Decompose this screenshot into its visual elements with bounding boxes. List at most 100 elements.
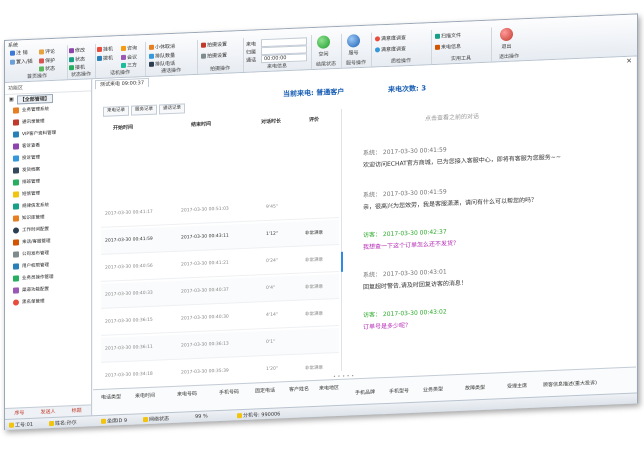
phone-icon (69, 65, 74, 71)
hangup-button[interactable]: 挂机 (97, 45, 113, 53)
group-caption-callinfo: 来电信息 (266, 63, 287, 70)
tab-service-records[interactable]: 服务记录 (131, 104, 157, 116)
grid-header: 电话类型 (101, 394, 122, 401)
edit-icon (69, 48, 74, 54)
group-caption-state: 状态操作 (70, 71, 91, 79)
group-caption-end: 结尾状态 (315, 61, 336, 68)
ribbon-group-end: 空闲 结尾状态 (311, 33, 342, 70)
service-manage-icon (13, 239, 19, 246)
consult-button[interactable]: 咨询 (121, 44, 137, 52)
grid-header: 故障类型 (465, 384, 486, 392)
ribbon-group-exit: 退出 退出操作 (491, 26, 527, 62)
folder-icon (9, 422, 14, 428)
service-number-button[interactable]: 服号 (347, 34, 360, 57)
module-icon (13, 107, 19, 114)
schedule-icon (13, 179, 19, 186)
folder-icon (143, 416, 148, 423)
sms-icon (13, 191, 19, 198)
tab-call-records[interactable]: 来电记录 (103, 105, 129, 117)
meeting-button[interactable]: 会议 (121, 53, 137, 61)
group-caption-qa: 质检操作 (390, 57, 411, 65)
chat-message: 访客： 2017-03-30 00:43:02 订单号是多少呢？ (363, 308, 447, 331)
user-icon-2 (375, 47, 380, 53)
nav-list: 业务管理系统 通讯录管理 VIP客户资料管理 客诉查看 投诉管理 发货档案 排班… (5, 101, 91, 309)
logout-button[interactable]: 注 销 (10, 49, 28, 57)
grid-header: 来电时间 (135, 392, 156, 400)
ribbon-group-qa: 满意度调查 满意度调查 质检操作 (371, 30, 432, 67)
permission-icon (13, 263, 19, 270)
location-label: 归属 (246, 49, 257, 56)
coffee-icon (149, 44, 154, 50)
grid-header: 来电地区 (319, 384, 340, 392)
rule-icon (13, 203, 19, 210)
knowledge-icon (13, 215, 19, 222)
shoot-setting-button-2[interactable]: 拍摄设置 (201, 52, 227, 60)
ribbon-group-shoot: 拍摄设置 拍摄设置 拍摄操作 (197, 37, 244, 74)
grid-header: 来电号码 (177, 390, 198, 398)
status-item: 分机号: 990006 (237, 410, 280, 419)
status-icon (39, 66, 44, 72)
comment-button[interactable]: 评论 (39, 48, 55, 56)
grid-header: 顾客信息描述(重大投诉) (543, 380, 597, 389)
dial-button[interactable]: 拨机 (97, 54, 113, 62)
document-tab[interactable]: 测试来电 09:00:37 (95, 77, 150, 90)
shoot-setting-button[interactable]: 拍摄设置 (201, 41, 227, 49)
contacts-icon (13, 119, 19, 126)
ribbon-group-phone: 挂机 拨机 咨询 会议 三方 话机操作 (95, 42, 146, 79)
folder-icon (101, 418, 106, 424)
folder-icon (49, 420, 54, 427)
dial-icon (97, 55, 102, 62)
status-item: 工号:01 (9, 421, 33, 429)
exit-button[interactable]: 退出 (500, 27, 513, 51)
app-window: 系统 注 销 置入/插 评论 保护 状态 首页操作 修改 状态 接机 状态操作 … (4, 13, 638, 431)
threeway-icon (121, 62, 126, 69)
status-item: 99 % (195, 413, 208, 420)
satisfaction-survey-button-2[interactable]: 满意度调查 (375, 45, 406, 53)
caller-info-button[interactable]: 来电信息 (435, 43, 461, 51)
operator-icon (13, 275, 19, 282)
group-caption-call: 通话操作 (160, 67, 181, 75)
chat-message: 系统： 2017-03-30 00:41:59 欢迎访问ECHAT官方商城，已为… (363, 146, 561, 169)
ribbon-group-home: 注 销 置入/插 评论 保护 状态 首页操作 (7, 45, 68, 82)
chat-message: 访客： 2017-03-30 00:42:37 我想查一下这个订单怎么还不发货？ (363, 228, 460, 251)
idle-button[interactable]: 空闲 (317, 35, 330, 58)
edit-button[interactable]: 修改 (69, 47, 85, 55)
tab-talk-records[interactable]: 通话记录 (159, 103, 185, 115)
service-icon (347, 34, 360, 48)
view-previous-chat-link[interactable]: 点击查看之前的对话 (425, 111, 479, 122)
status-item: 坐席ID 9 (101, 417, 127, 425)
scan-file-button[interactable]: 扫描文件 (435, 32, 461, 40)
music-icon (13, 143, 19, 150)
protect-icon (39, 58, 44, 64)
satisfaction-survey-button[interactable]: 满意度调查 (375, 34, 406, 42)
blacklist-icon (13, 299, 19, 306)
protect-button[interactable]: 保护 (39, 57, 55, 65)
scroll-marker (341, 251, 343, 272)
grid-header: 客户姓名 (289, 386, 310, 394)
screenshot-stage: 系统 注 销 置入/插 评论 保护 状态 首页操作 修改 状态 接机 状态操作 … (0, 0, 644, 450)
group-caption-shoot: 拍摄操作 (209, 65, 230, 73)
camera-icon (201, 42, 206, 48)
meeting-icon (121, 54, 126, 61)
exit-icon (500, 27, 513, 42)
caller-label: 来电 (246, 41, 257, 48)
grid-header: 手机品牌 (355, 389, 376, 397)
scan-icon (435, 33, 440, 39)
close-icon[interactable]: × (626, 57, 632, 65)
hangup-icon (97, 46, 102, 53)
queue-count-button[interactable]: 排队数量 (149, 52, 175, 60)
folder-icon (237, 413, 242, 419)
info-icon (435, 44, 440, 50)
comment-icon (39, 49, 44, 55)
insert-button[interactable]: 置入/插 (10, 58, 33, 66)
settings-icon (201, 53, 206, 59)
ribbon-group-tools: 扫描文件 来电信息 实用工具 (431, 27, 492, 65)
grid-header: 业务类型 (423, 386, 444, 394)
col-end: 结束时间 (191, 121, 212, 129)
nav-item[interactable]: 黑名单管理 (5, 293, 91, 309)
break-cancel-button[interactable]: 小休取消 (149, 43, 175, 51)
panel-divider (341, 108, 342, 371)
col-start: 开始时间 (113, 124, 134, 132)
ribbon-group-state: 修改 状态 接机 状态操作 (67, 44, 96, 80)
state-button[interactable]: 状态 (69, 56, 85, 64)
